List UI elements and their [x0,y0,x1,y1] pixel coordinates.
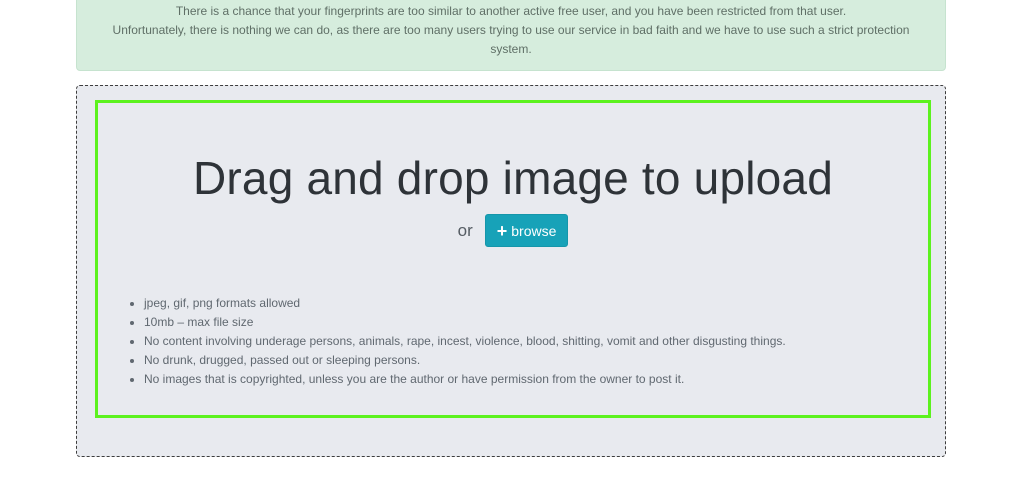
browse-button[interactable]: + browse [484,214,569,247]
or-label: or [457,220,473,240]
browse-label: browse [511,222,557,239]
alert-line-1: There is a chance that your fingerprints… [175,4,847,18]
page: There is a chance that your fingerprints… [0,0,1024,499]
list-item: No content involving underage persons, a… [144,332,786,351]
browse-row: or + browse [98,214,928,247]
alert-line-2: Unfortunately, there is nothing we can d… [112,23,910,37]
list-item: No drunk, drugged, passed out or sleepin… [144,351,786,370]
drop-target-highlight[interactable]: Drag and drop image to upload or + brows… [95,100,931,418]
upload-rules-list: jpeg, gif, png formats allowed 10mb – ma… [144,294,786,389]
upload-dropzone[interactable]: Drag and drop image to upload or + brows… [76,85,946,457]
plus-icon: + [496,220,508,241]
dropzone-title: Drag and drop image to upload [192,152,833,204]
list-item: jpeg, gif, png formats allowed [144,294,786,313]
list-item: 10mb – max file size [144,313,786,332]
restriction-alert: There is a chance that your fingerprints… [76,0,946,71]
alert-line-3: system. [490,42,532,56]
list-item: No images that is copyrighted, unless yo… [144,370,786,389]
